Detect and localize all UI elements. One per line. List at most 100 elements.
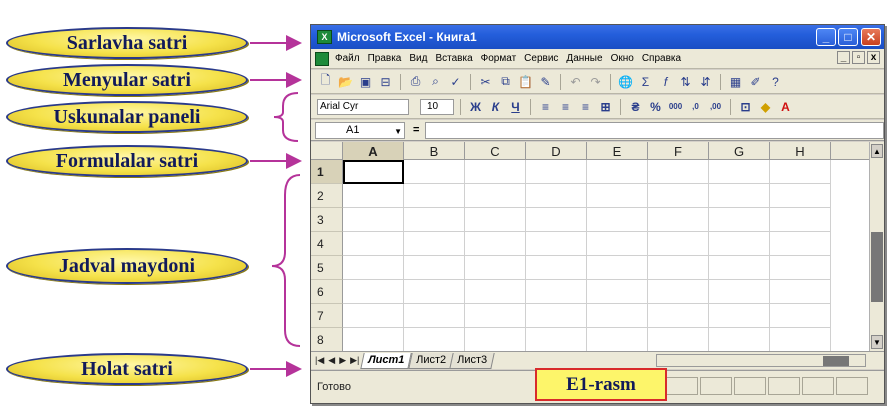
cell[interactable] <box>343 304 404 328</box>
last-sheet-icon[interactable]: ▶| <box>350 355 359 366</box>
cell[interactable] <box>465 184 526 208</box>
bold-icon[interactable]: Ж <box>467 98 484 115</box>
scroll-thumb[interactable] <box>823 356 849 366</box>
formula-input[interactable] <box>425 121 884 139</box>
cell[interactable] <box>526 256 587 280</box>
print-icon[interactable]: ⎙ <box>407 73 424 90</box>
workbook-minimize-button[interactable]: _ <box>837 51 850 64</box>
cell[interactable] <box>648 280 709 304</box>
cell[interactable] <box>648 256 709 280</box>
percent-icon[interactable]: % <box>647 98 664 115</box>
italic-icon[interactable]: К <box>487 98 504 115</box>
cell[interactable] <box>343 184 404 208</box>
column-header[interactable]: D <box>526 142 587 160</box>
autosum-icon[interactable]: Σ <box>637 73 654 90</box>
cell[interactable] <box>648 328 709 351</box>
row-header[interactable]: 7 <box>311 304 343 328</box>
align-center-icon[interactable]: ≡ <box>557 98 574 115</box>
cell[interactable] <box>343 328 404 351</box>
name-box[interactable]: A1 ▼ <box>315 121 405 139</box>
menu-tools[interactable]: Сервис <box>524 53 558 64</box>
font-size-select[interactable]: 10 <box>420 98 454 115</box>
cell[interactable] <box>404 232 465 256</box>
cell-a1[interactable] <box>343 160 404 184</box>
cell[interactable] <box>465 280 526 304</box>
menu-help[interactable]: Справка <box>642 53 681 64</box>
minimize-button[interactable]: _ <box>816 28 836 46</box>
decrease-decimal-icon[interactable]: ,00 <box>707 98 724 115</box>
chevron-down-icon[interactable]: ▼ <box>394 124 402 139</box>
cell[interactable] <box>709 208 770 232</box>
merge-cells-icon[interactable]: ⊞ <box>597 98 614 115</box>
menu-format[interactable]: Формат <box>481 53 517 64</box>
maximize-button[interactable]: □ <box>838 28 858 46</box>
first-sheet-icon[interactable]: |◀ <box>315 355 324 366</box>
cell[interactable] <box>770 304 831 328</box>
redo-icon[interactable]: ↷ <box>587 73 604 90</box>
hyperlink-icon[interactable]: 🌐 <box>617 73 634 90</box>
cell[interactable] <box>526 184 587 208</box>
cell[interactable] <box>343 208 404 232</box>
title-bar[interactable]: X Microsoft Excel - Книга1 _ □ ✕ <box>311 25 884 49</box>
menu-edit[interactable]: Правка <box>368 53 402 64</box>
spelling-icon[interactable]: ✓ <box>447 73 464 90</box>
save-icon[interactable]: ▣ <box>357 73 374 90</box>
cell[interactable] <box>465 328 526 351</box>
row-header[interactable]: 5 <box>311 256 343 280</box>
row-header[interactable]: 8 <box>311 328 343 351</box>
cell[interactable] <box>770 232 831 256</box>
cell[interactable] <box>709 256 770 280</box>
scroll-up-icon[interactable]: ▲ <box>871 144 883 158</box>
menu-window[interactable]: Окно <box>611 53 634 64</box>
cell[interactable] <box>526 304 587 328</box>
cell[interactable] <box>526 328 587 351</box>
tab-sheet3[interactable]: Лист3 <box>449 352 495 369</box>
cell[interactable] <box>709 232 770 256</box>
row-header[interactable]: 4 <box>311 232 343 256</box>
sort-descending-icon[interactable]: ⇵ <box>697 73 714 90</box>
column-header[interactable]: C <box>465 142 526 160</box>
vertical-scrollbar[interactable]: ▲ ▼ <box>869 142 884 351</box>
column-header[interactable]: H <box>770 142 831 160</box>
cell[interactable] <box>404 256 465 280</box>
column-header[interactable]: E <box>587 142 648 160</box>
cell[interactable] <box>404 208 465 232</box>
horizontal-scrollbar[interactable] <box>656 354 866 367</box>
cell[interactable] <box>648 160 709 184</box>
row-header[interactable]: 1 <box>311 160 343 184</box>
workbook-restore-button[interactable]: ▫ <box>852 51 865 64</box>
prev-sheet-icon[interactable]: ◀ <box>328 355 335 366</box>
new-icon[interactable]: 🗋 <box>317 73 334 90</box>
open-icon[interactable]: 📂 <box>337 73 354 90</box>
workbook-close-button[interactable]: x <box>867 51 880 64</box>
print-preview-icon[interactable]: ⌕ <box>427 73 444 90</box>
cell[interactable] <box>404 184 465 208</box>
cell[interactable] <box>587 160 648 184</box>
column-header[interactable]: F <box>648 142 709 160</box>
tab-sheet1[interactable]: Лист1 <box>360 352 413 369</box>
fill-color-icon[interactable]: ◆ <box>757 98 774 115</box>
cell[interactable] <box>526 232 587 256</box>
cell[interactable] <box>526 160 587 184</box>
cell[interactable] <box>404 280 465 304</box>
cell[interactable] <box>465 232 526 256</box>
column-header[interactable]: B <box>404 142 465 160</box>
cell[interactable] <box>648 184 709 208</box>
cell[interactable] <box>648 304 709 328</box>
borders-icon[interactable]: ⊡ <box>737 98 754 115</box>
workbook-icon[interactable] <box>315 51 329 66</box>
function-icon[interactable]: f <box>657 73 674 90</box>
cell[interactable] <box>770 256 831 280</box>
drawing-icon[interactable]: ✐ <box>747 73 764 90</box>
cell[interactable] <box>709 184 770 208</box>
cell[interactable] <box>648 232 709 256</box>
excel-app-icon[interactable]: X <box>317 30 332 44</box>
font-color-icon[interactable]: A <box>777 98 794 115</box>
worksheet-grid[interactable]: A B C D E F G H 1 2 3 4 5 6 7 8 <box>311 142 871 351</box>
column-header[interactable]: A <box>343 142 404 160</box>
cell[interactable] <box>709 160 770 184</box>
cell[interactable] <box>770 328 831 351</box>
font-select[interactable]: Arial Cyr <box>317 98 409 115</box>
cut-icon[interactable]: ✂ <box>477 73 494 90</box>
menu-file[interactable]: Файл <box>335 53 360 64</box>
